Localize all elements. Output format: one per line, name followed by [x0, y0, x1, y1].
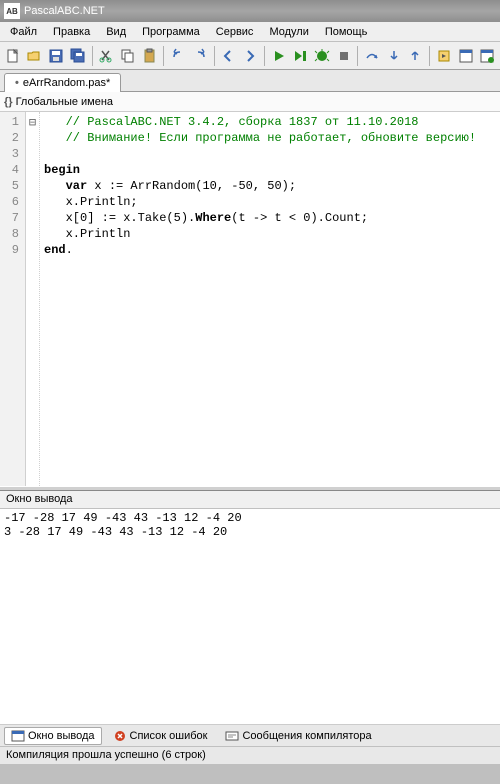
menu-help[interactable]: Помощь	[317, 24, 376, 40]
debug-icon[interactable]	[312, 46, 332, 66]
status-text: Компиляция прошла успешно (6 строк)	[6, 749, 206, 761]
forward-icon[interactable]	[240, 46, 260, 66]
save-icon[interactable]	[46, 46, 66, 66]
window-title: PascalABC.NET	[24, 5, 105, 17]
step-over-icon[interactable]	[362, 46, 382, 66]
menu-program[interactable]: Программа	[134, 24, 208, 40]
menu-edit[interactable]: Правка	[45, 24, 98, 40]
code-editor[interactable]: 123456789 ⊟ // PascalABC.NET 3.4.2, сбор…	[0, 112, 500, 486]
tab-label: eArrRandom.pas*	[23, 77, 110, 89]
copy-icon[interactable]	[118, 46, 138, 66]
output-panel[interactable]: -17 -28 17 49 -43 43 -13 12 -4 20 3 -28 …	[0, 509, 500, 724]
toolbar-separator	[357, 46, 358, 66]
tab-output-label: Окно вывода	[28, 730, 95, 742]
save-all-icon[interactable]	[68, 46, 88, 66]
new-file-icon[interactable]	[3, 46, 23, 66]
line-gutter: 123456789	[0, 112, 26, 486]
tab-errors[interactable]: Список ошибок	[106, 727, 215, 745]
tab-modified-icon: •	[15, 77, 19, 89]
step-out-icon[interactable]	[406, 46, 426, 66]
menu-view[interactable]: Вид	[98, 24, 134, 40]
file-tab[interactable]: • eArrRandom.pas*	[4, 73, 121, 92]
output-icon	[11, 730, 25, 742]
globals-label: Глобальные имена	[16, 96, 114, 108]
menubar: Файл Правка Вид Программа Сервис Модули …	[0, 22, 500, 42]
run-input-icon[interactable]	[290, 46, 310, 66]
menu-file[interactable]: Файл	[2, 24, 45, 40]
globals-dropdown[interactable]: {} Глобальные имена	[0, 92, 500, 112]
compiler-icon	[225, 730, 239, 742]
stop-icon[interactable]	[334, 46, 354, 66]
step-into-icon[interactable]	[384, 46, 404, 66]
undo-icon[interactable]	[168, 46, 188, 66]
compile-icon[interactable]	[434, 46, 454, 66]
back-icon[interactable]	[219, 46, 239, 66]
toolbar-separator	[214, 46, 215, 66]
open-file-icon[interactable]	[25, 46, 45, 66]
menu-service[interactable]: Сервис	[208, 24, 262, 40]
menu-modules[interactable]: Модули	[261, 24, 316, 40]
tab-errors-label: Список ошибок	[130, 730, 208, 742]
paste-icon[interactable]	[140, 46, 160, 66]
errors-icon	[113, 730, 127, 742]
fold-column[interactable]: ⊟	[26, 112, 40, 486]
toolbar	[0, 42, 500, 70]
cut-icon[interactable]	[96, 46, 116, 66]
statusbar: Компиляция прошла успешно (6 строк)	[0, 746, 500, 764]
bottom-tabstrip: Окно вывода Список ошибок Сообщения комп…	[0, 724, 500, 746]
brace-icon: {}	[4, 96, 13, 108]
tab-compiler-label: Сообщения компилятора	[242, 730, 371, 742]
new-form-icon[interactable]	[477, 46, 497, 66]
redo-icon[interactable]	[190, 46, 210, 66]
toolbar-separator	[264, 46, 265, 66]
form-designer-icon[interactable]	[456, 46, 476, 66]
output-title: Окно вывода	[0, 491, 500, 509]
toolbar-separator	[429, 46, 430, 66]
titlebar: AB PascalABC.NET	[0, 0, 500, 22]
tabstrip: • eArrRandom.pas*	[0, 70, 500, 92]
app-icon: AB	[4, 3, 20, 19]
run-icon[interactable]	[269, 46, 289, 66]
tab-output[interactable]: Окно вывода	[4, 727, 102, 745]
toolbar-separator	[163, 46, 164, 66]
tab-compiler[interactable]: Сообщения компилятора	[218, 727, 378, 745]
code-text[interactable]: // PascalABC.NET 3.4.2, сборка 1837 от 1…	[40, 112, 500, 486]
toolbar-separator	[92, 46, 93, 66]
